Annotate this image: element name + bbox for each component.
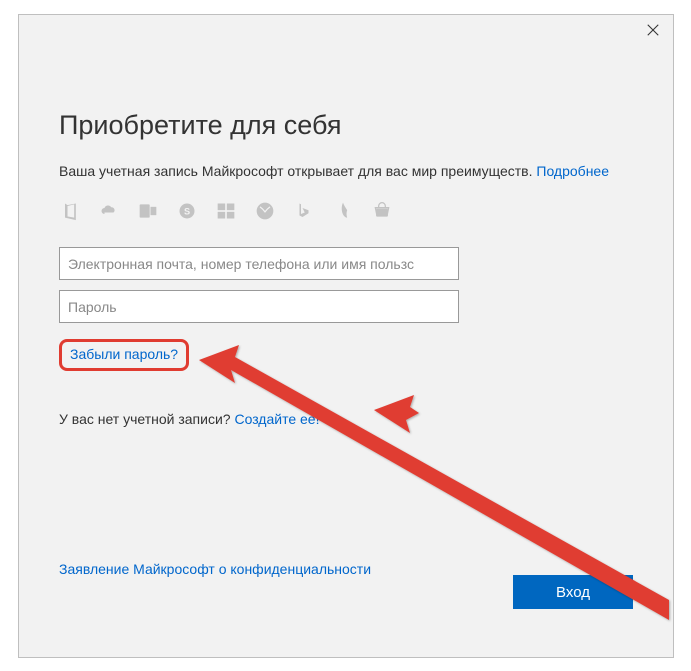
outlook-icon	[137, 200, 159, 222]
msn-icon	[332, 200, 354, 222]
no-account-row: У вас нет учетной записи? Создайте ее!	[59, 411, 633, 427]
create-account-link[interactable]: Создайте ее!	[234, 411, 319, 427]
subtitle-text: Ваша учетная запись Майкрософт открывает…	[59, 163, 536, 179]
page-title: Приобретите для себя	[59, 110, 633, 141]
no-account-text: У вас нет учетной записи?	[59, 411, 234, 427]
bing-icon	[293, 200, 315, 222]
services-icon-row: S	[59, 199, 633, 223]
signin-button[interactable]: Вход	[513, 575, 633, 609]
email-field[interactable]	[59, 247, 459, 280]
office-icon	[59, 200, 81, 222]
dialog-content: Приобретите для себя Ваша учетная запись…	[19, 15, 673, 427]
password-field[interactable]	[59, 290, 459, 323]
store-icon	[371, 200, 393, 222]
forgot-password-link[interactable]: Забыли пароль?	[70, 346, 178, 362]
skype-icon: S	[176, 200, 198, 222]
svg-text:S: S	[184, 206, 190, 216]
forgot-password-highlight: Забыли пароль?	[59, 339, 189, 371]
xbox-icon	[254, 200, 276, 222]
signin-dialog: Приобретите для себя Ваша учетная запись…	[18, 14, 674, 658]
privacy-link[interactable]: Заявление Майкрософт о конфиденциальност…	[59, 561, 371, 577]
windows-icon	[215, 200, 237, 222]
close-icon[interactable]	[643, 23, 663, 43]
onedrive-icon	[98, 200, 120, 222]
learn-more-link[interactable]: Подробнее	[536, 163, 609, 179]
subtitle: Ваша учетная запись Майкрософт открывает…	[59, 163, 633, 179]
